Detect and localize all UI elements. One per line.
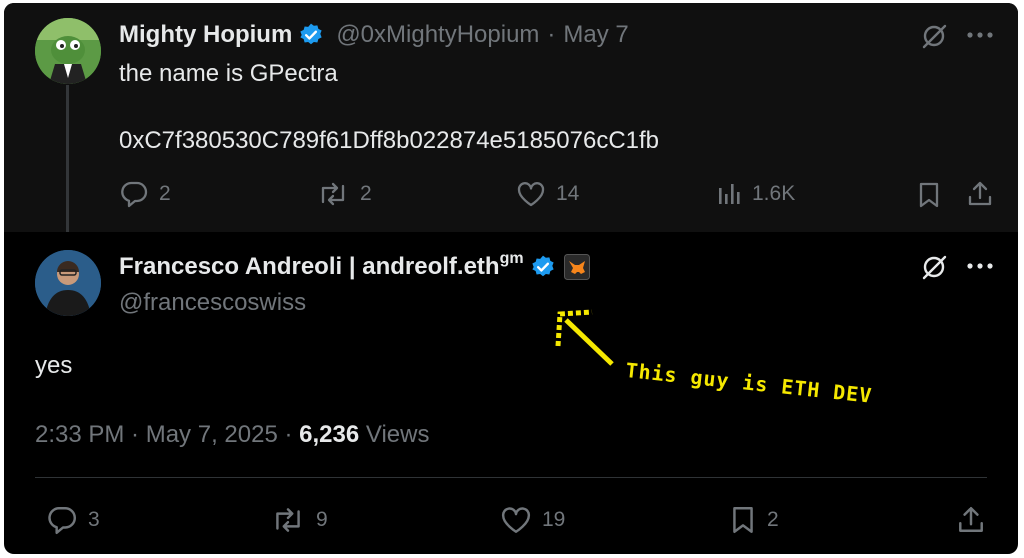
post-date[interactable]: May 7, 2025 (146, 421, 278, 448)
share-icon[interactable] (956, 505, 986, 535)
verified-badge-icon (531, 255, 554, 277)
heart-icon (517, 182, 545, 207)
metamask-affiliate-badge-icon[interactable] (563, 254, 590, 280)
annotation-text: This guy is ETH DEV (624, 358, 874, 408)
more-options-icon[interactable] (966, 30, 994, 40)
views-label: Views (365, 421, 430, 448)
header-separator: · (547, 21, 556, 48)
main-post-header: Francesco Andreoli | andreolf.eth gm (119, 250, 590, 281)
author-display-name[interactable]: Mighty Hopium (119, 21, 292, 49)
repost-count: 2 (360, 182, 372, 205)
views-button[interactable]: 1.6K (716, 180, 795, 208)
annotation-arrow-icon (555, 309, 614, 366)
more-options-icon[interactable] (966, 261, 994, 271)
post-text: yes (35, 352, 73, 379)
reply-icon (48, 507, 77, 535)
repost-icon (321, 182, 345, 206)
post-time[interactable]: 2:33 PM (35, 421, 124, 448)
like-count: 19 (542, 508, 566, 531)
post-text-address: 0xC7f380530C789f61Dff8b022874e5185076cC1… (119, 127, 660, 154)
share-icon[interactable] (966, 180, 994, 208)
repost-icon (276, 508, 300, 532)
grok-icon[interactable] (920, 253, 948, 281)
analytics-icon (719, 184, 740, 204)
heart-icon (501, 507, 531, 533)
person-avatar-icon (35, 250, 101, 316)
verified-badge-icon (300, 23, 322, 45)
avatar-mighty-hopium[interactable] (35, 18, 101, 84)
view-count: 1.6K (752, 182, 796, 205)
frog-avatar-icon (35, 18, 101, 84)
meta-separator-2: · (277, 421, 300, 448)
views-count: 6,236 (299, 421, 360, 448)
reply-button[interactable]: 2 (119, 180, 171, 208)
bookmark-button[interactable]: 2 (729, 505, 779, 535)
bookmark-count: 2 (767, 508, 779, 531)
name-suffix-superscript: gm (499, 250, 524, 267)
post-date[interactable]: May 7 (563, 21, 628, 49)
parent-post: Mighty Hopium @0xMightyHopium · May 7 th… (4, 3, 1018, 232)
screenshot-frame: Mighty Hopium @0xMightyHopium · May 7 th… (4, 3, 1018, 554)
bookmark-icon[interactable] (916, 181, 942, 209)
post-metadata: 2:33 PM · May 7, 2025 · 6,236 Views (35, 421, 429, 449)
thread-connector-line (66, 85, 69, 232)
post-text-line-1: the name is GPectra (119, 60, 338, 87)
bookmark-icon (733, 506, 753, 534)
like-button[interactable]: 19 (500, 505, 565, 535)
meta-separator-1: · (124, 421, 146, 448)
author-handle[interactable]: @francescoswiss (119, 289, 306, 317)
reply-icon (121, 181, 148, 208)
divider (35, 477, 987, 478)
author-display-name[interactable]: Francesco Andreoli | andreolf.eth (119, 253, 500, 281)
repost-count: 9 (316, 508, 328, 531)
avatar-francesco-andreoli[interactable] (35, 250, 101, 316)
parent-post-header: Mighty Hopium @0xMightyHopium · May 7 (119, 21, 629, 49)
grok-icon[interactable] (920, 22, 948, 50)
reply-count: 2 (159, 182, 171, 205)
like-button[interactable]: 14 (516, 180, 579, 208)
reply-count: 3 (88, 508, 100, 531)
reply-button[interactable]: 3 (46, 505, 100, 535)
repost-button[interactable]: 9 (270, 505, 328, 535)
repost-button[interactable]: 2 (316, 180, 372, 208)
like-count: 14 (556, 182, 580, 205)
author-handle[interactable]: @0xMightyHopium (336, 21, 539, 49)
